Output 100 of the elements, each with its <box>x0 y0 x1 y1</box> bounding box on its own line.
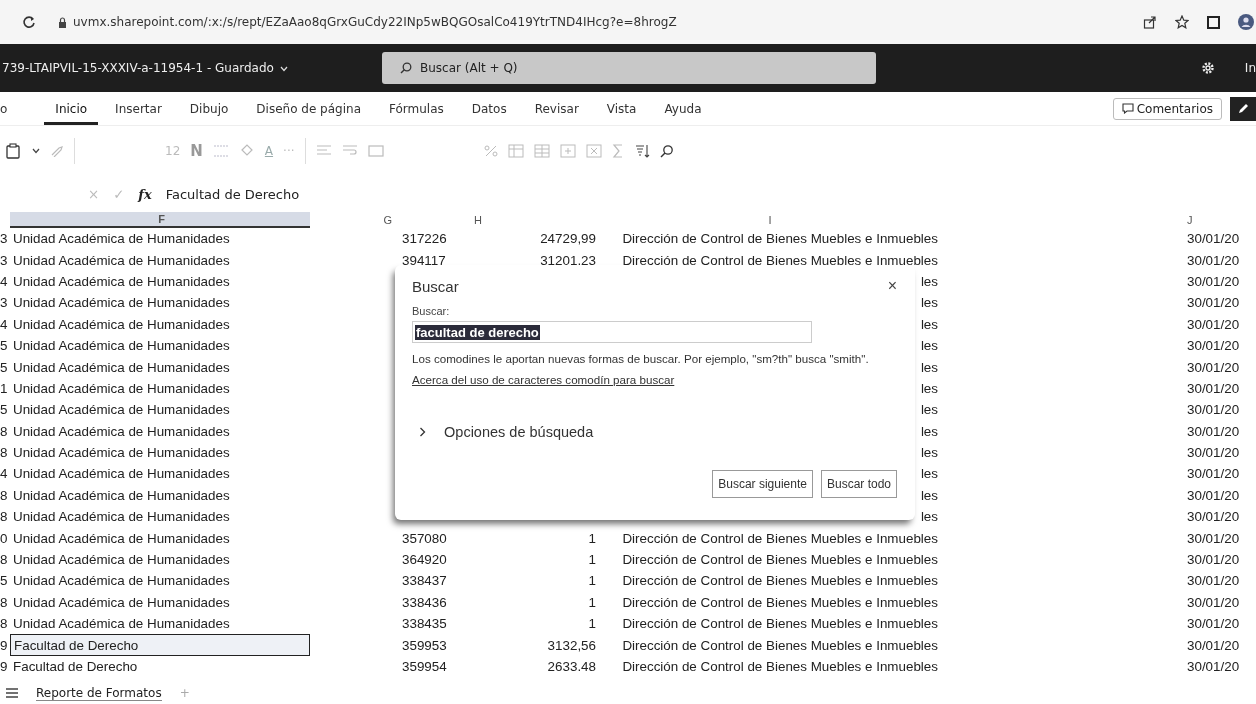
table-cell: 24729,99 <box>540 231 596 247</box>
table-cell: les <box>920 487 938 503</box>
insert-cells-icon[interactable] <box>559 144 576 158</box>
row-fragment: 5 <box>0 573 9 589</box>
table-cell: Dirección de Control de Bienes Muebles e Inmuebles <box>622 252 938 268</box>
function-label[interactable]: fx <box>138 186 152 202</box>
table-cell[interactable]: Facultad de Derecho <box>10 655 310 678</box>
sort-filter-icon[interactable] <box>633 143 650 159</box>
ribbon-tab[interactable]: Fórmulas <box>378 98 455 125</box>
table-cell[interactable]: Unidad Académica de Humanidades <box>10 292 310 314</box>
merge-cells-icon[interactable] <box>367 145 384 157</box>
table-cell: les <box>920 273 938 289</box>
dialog-title: Buscar <box>412 277 459 295</box>
reload-icon[interactable] <box>22 15 36 29</box>
row-fragment: 4 <box>0 316 9 332</box>
column-header[interactable]: H <box>402 214 482 226</box>
column-header[interactable]: F <box>10 212 310 228</box>
profile-avatar-icon[interactable] <box>1238 14 1254 30</box>
table-cell[interactable]: Facultad de Derecho <box>10 634 310 656</box>
close-button[interactable]: × <box>887 277 897 295</box>
dialog-button[interactable]: Buscar todo <box>820 470 897 498</box>
table-cell[interactable]: Unidad Académica de Humanidades <box>10 270 310 293</box>
comments-button[interactable]: Comentarios <box>1112 97 1222 120</box>
ribbon-tab[interactable]: Diseño de página <box>245 98 372 125</box>
table-cell: 30/01/20 <box>1187 530 1240 546</box>
table-cell: les <box>920 509 938 525</box>
window-icon[interactable] <box>1207 15 1220 29</box>
editing-mode-button[interactable] <box>1230 96 1256 121</box>
search-field[interactable]: Buscar (Alt + Q) <box>382 52 876 84</box>
column-header[interactable]: J <box>1187 214 1256 226</box>
table-cell[interactable]: Unidad Académica de Humanidades <box>10 484 310 507</box>
document-title-button[interactable]: 739-LTAIPVIL-15-XXXIV-a-11954-1 - Guardado <box>0 55 382 81</box>
table-cell: les <box>920 445 938 461</box>
table-cell: 30/01/20 <box>1187 316 1240 332</box>
table-cell[interactable]: Unidad Académica de Humanidades <box>10 228 310 250</box>
ribbon-tab[interactable]: Vista <box>595 98 648 125</box>
table-cell[interactable]: Unidad Académica de Humanidades <box>10 591 310 614</box>
row-fragment: 8 <box>0 552 9 568</box>
table-cell[interactable]: Unidad Académica de Humanidades <box>10 570 310 592</box>
table-cell[interactable]: Unidad Académica de Humanidades <box>10 613 310 635</box>
formula-input[interactable]: Facultad de Derecho <box>165 186 300 202</box>
table-cell: 1 <box>588 552 596 568</box>
table-cell[interactable]: Unidad Académica de Humanidades <box>10 313 310 335</box>
sheet-tab[interactable]: Reporte de Formatos <box>36 685 162 701</box>
row-fragment: 9 <box>0 659 9 674</box>
ribbon-tab[interactable]: Dibujo <box>178 98 240 125</box>
menu-icon[interactable] <box>6 688 18 698</box>
ribbon-tab[interactable]: o <box>0 98 19 125</box>
row-fragment: 8 <box>0 509 9 525</box>
ribbon-tab[interactable]: Revisar <box>523 98 590 125</box>
table-cell: Dirección de Control de Bienes Muebles e Inmuebles <box>622 573 938 589</box>
search-icon[interactable] <box>659 144 674 158</box>
chevron-down-icon <box>279 65 288 72</box>
search-input-field[interactable]: facultad de derecho <box>412 321 812 343</box>
help-link[interactable]: Acerca del uso de caracteres comodín para buscar <box>412 373 675 386</box>
settings-icon[interactable] <box>1200 61 1215 75</box>
star-icon[interactable] <box>1175 15 1189 29</box>
chevron-down-icon[interactable] <box>32 148 40 154</box>
table-cell: 30/01/20 <box>1187 423 1240 439</box>
table-cell[interactable]: Unidad Académica de Humanidades <box>10 441 310 464</box>
address-bar-url[interactable]: uvmx.sharepoint.com/:x:/s/rept/EZaAao8qGrxGuCdy22INp5wBQGOsalCo419YtrTND4IHcg?e=8hrogZ <box>73 15 677 29</box>
dialog-button[interactable]: Buscar siguiente <box>712 470 813 498</box>
share-icon[interactable] <box>1143 15 1157 29</box>
table-cell: 1 <box>588 594 596 610</box>
delete-cells-icon[interactable] <box>585 144 602 158</box>
ribbon-tab[interactable]: Datos <box>460 98 518 125</box>
row-fragment: 5 <box>0 359 9 375</box>
row-fragment: 5 <box>0 338 9 354</box>
row-fragment: 4 <box>0 273 9 289</box>
column-header[interactable]: I <box>602 214 938 226</box>
table-cell[interactable]: Unidad Académica de Humanidades <box>10 334 310 357</box>
table-cell: 30/01/20 <box>1187 616 1240 632</box>
table-cell: 338435 <box>402 616 447 632</box>
table-cell[interactable]: Unidad Académica de Humanidades <box>10 506 310 528</box>
account-name[interactable]: In <box>1244 61 1256 75</box>
table-cell[interactable]: Unidad Académica de Humanidades <box>10 377 310 400</box>
clipboard-icon[interactable] <box>6 143 20 159</box>
row-fragment: 8 <box>0 487 9 503</box>
ribbon-tab[interactable]: Insertar <box>104 98 173 125</box>
table-cell[interactable]: Unidad Académica de Humanidades <box>10 399 310 421</box>
comment-icon <box>1121 103 1134 114</box>
table-cell: 359954 <box>402 659 447 674</box>
table-cell: les <box>920 359 938 375</box>
table-cell: 31201,23 <box>540 252 596 268</box>
row-fragment: 3 <box>0 231 9 247</box>
table-cell[interactable]: Unidad Académica de Humanidades <box>10 356 310 378</box>
search-options-toggle[interactable]: Opciones de búsqueda <box>419 424 594 440</box>
table-cell: 30/01/20 <box>1187 637 1240 653</box>
table-cell: 30/01/20 <box>1187 487 1240 503</box>
table-cell[interactable]: Unidad Académica de Humanidades <box>10 420 310 442</box>
ribbon-tab[interactable]: Inicio <box>44 98 99 125</box>
column-header[interactable]: G <box>310 214 402 226</box>
table-cell[interactable]: Unidad Académica de Humanidades <box>10 527 310 549</box>
table-cell: 30/01/20 <box>1187 552 1240 568</box>
table-cell[interactable]: Unidad Académica de Humanidades <box>10 548 310 571</box>
table-cell: 30/01/20 <box>1187 509 1240 525</box>
table-cell[interactable]: Unidad Académica de Humanidades <box>10 249 310 271</box>
table-cell: 30/01/20 <box>1187 295 1240 311</box>
ribbon-tab[interactable]: Ayuda <box>653 98 713 125</box>
table-cell[interactable]: Unidad Académica de Humanidades <box>10 463 310 485</box>
